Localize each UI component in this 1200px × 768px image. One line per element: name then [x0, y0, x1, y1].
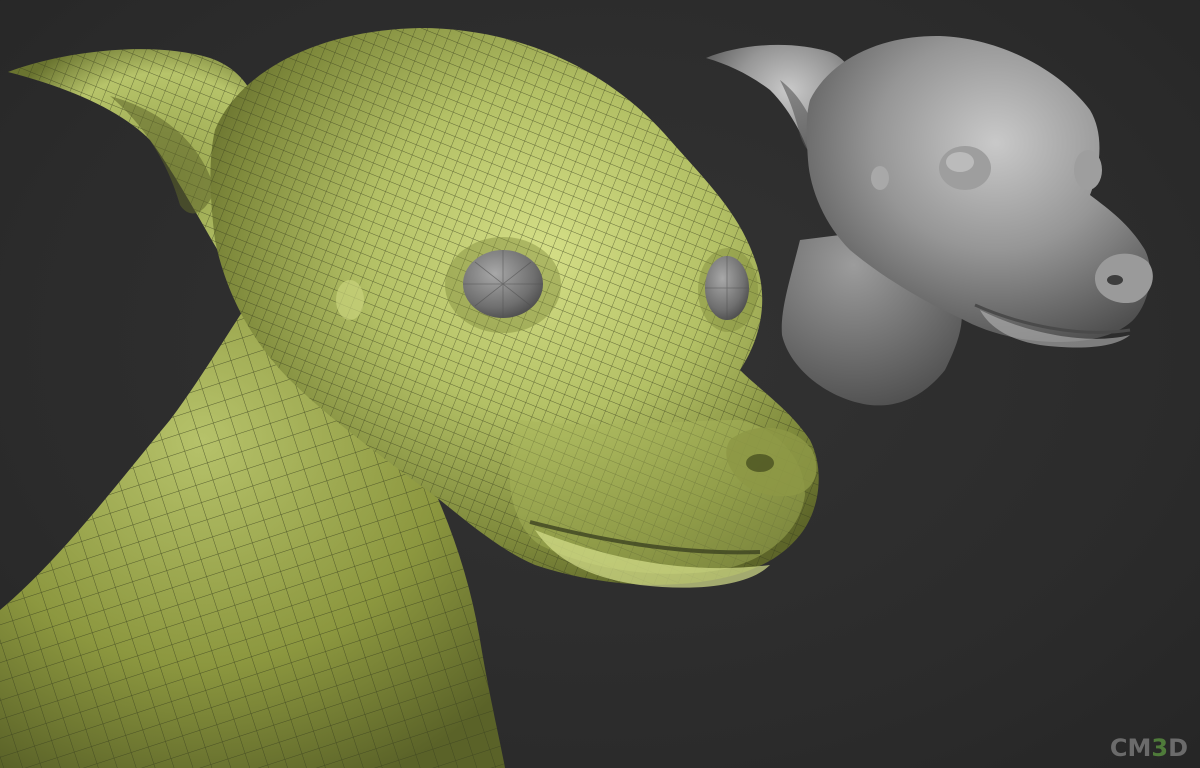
sculpt-render — [0, 28, 1153, 768]
watermark-prefix: CM — [1109, 734, 1152, 762]
render-canvas: CM3D — [0, 0, 1200, 768]
clay-nose — [1094, 253, 1153, 304]
clay-dog-model — [706, 35, 1153, 406]
wireframe-dog-model — [0, 28, 819, 768]
watermark-logo: CM3D — [1110, 734, 1188, 762]
watermark-accent: 3 — [1151, 734, 1169, 762]
watermark-suffix: D — [1168, 734, 1188, 762]
clay-right-eye — [1074, 150, 1102, 190]
